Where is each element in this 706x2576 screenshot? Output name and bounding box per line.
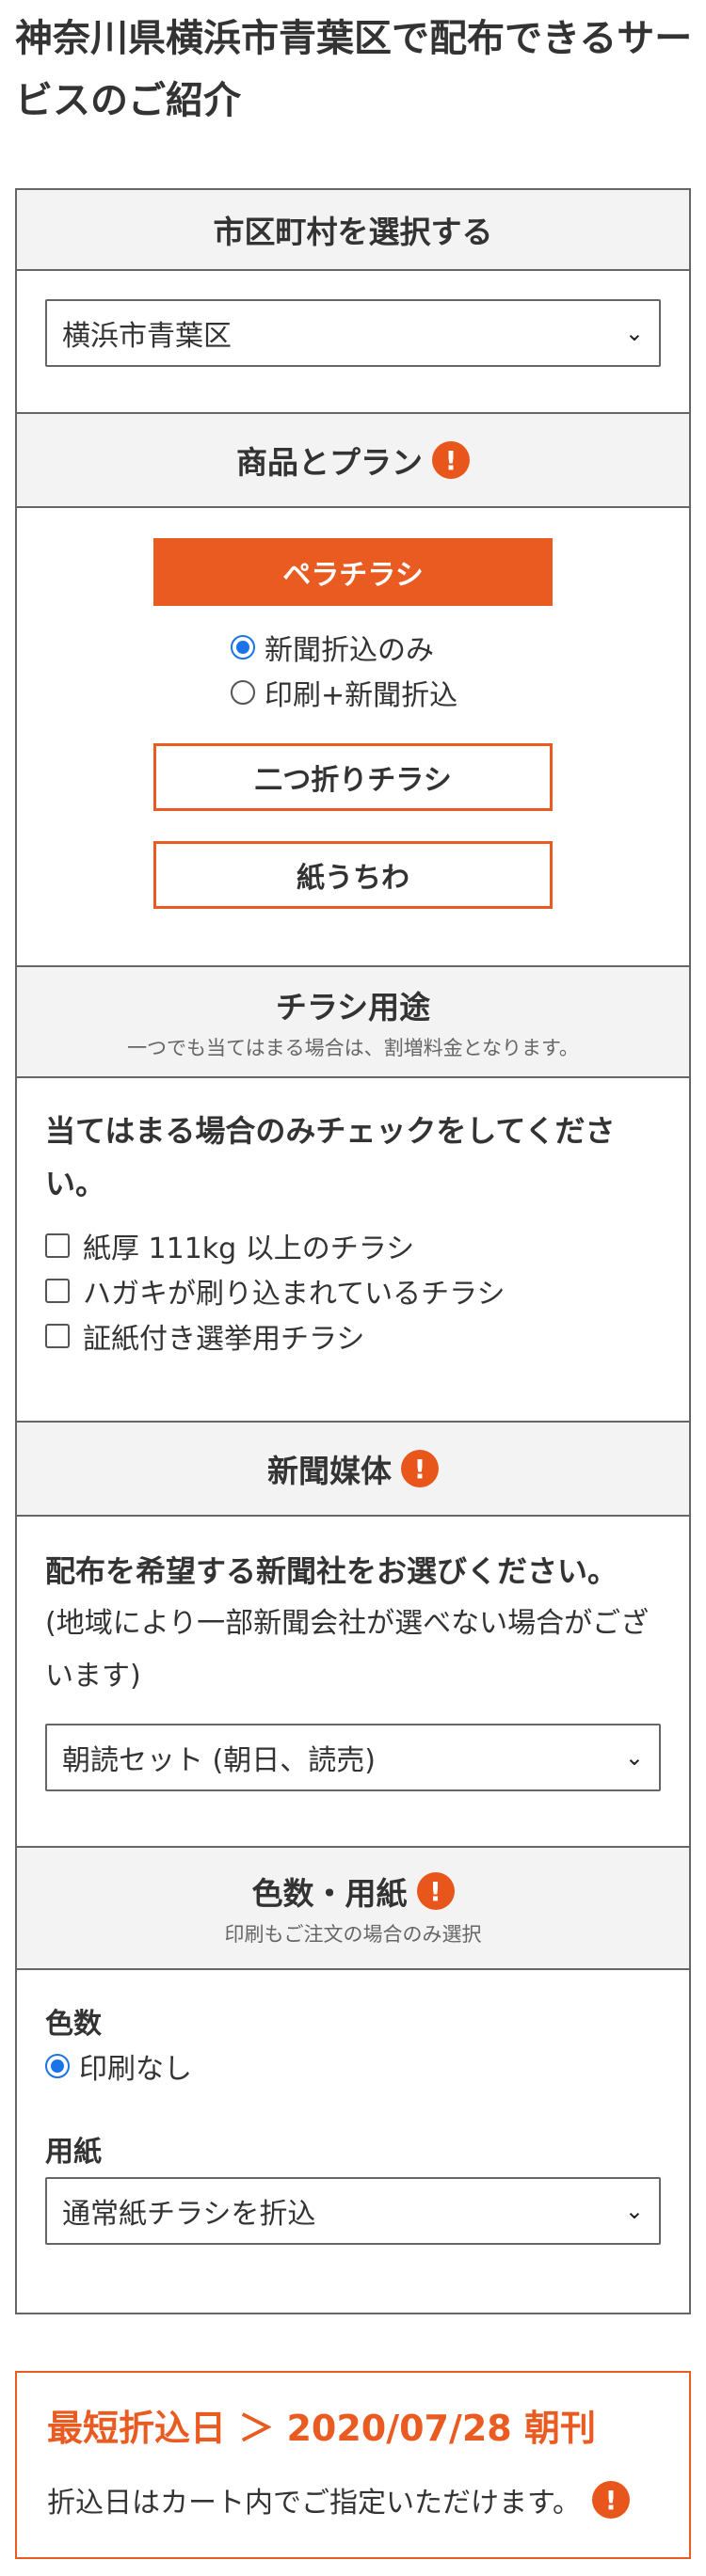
page-title: 神奈川県横浜市青葉区で配布できるサービスのご紹介	[15, 17, 693, 122]
radio-label: 新聞折込のみ	[265, 634, 434, 667]
newspaper-select[interactable]: 朝読セット (朝日、読売) ⌄	[45, 1724, 661, 1791]
check-postcard[interactable]: ハガキが刷り込まれているチラシ	[45, 1268, 661, 1313]
delivery-note: 折込日はカート内でご指定いただけます。	[47, 2487, 581, 2520]
newspaper-select-value: 朝読セット (朝日、読売)	[62, 1744, 376, 1777]
flyer-folded-button[interactable]: 二つ折りチラシ	[153, 743, 553, 811]
check-thick-paper[interactable]: 紙厚 111kg 以上のチラシ	[45, 1223, 661, 1268]
newspaper-section-header: 新聞媒体 !	[17, 1423, 689, 1517]
plan-radio-group: 新聞折込のみ 印刷+新聞折込	[231, 625, 475, 715]
flyer-single-button[interactable]: ペラチラシ	[153, 538, 553, 606]
radio-print-insert[interactable]: 印刷+新聞折込	[231, 670, 475, 715]
radio-button-selected[interactable]	[45, 2054, 70, 2078]
chevron-down-icon: ⌄	[624, 2198, 644, 2224]
color-paper-section-body: 色数 印刷なし 用紙 通常紙チラシを折込 ⌄	[17, 1970, 689, 2313]
municipality-heading: 市区町村を選択する	[213, 214, 493, 250]
exclamation-circle-icon[interactable]: !	[401, 1450, 439, 1487]
municipality-select-value: 横浜市青葉区	[62, 320, 232, 353]
chevron-down-icon: ⌄	[624, 1744, 644, 1771]
usage-checklist: 紙厚 111kg 以上のチラシ ハガキが刷り込まれているチラシ 証紙付き選挙用チ…	[45, 1223, 661, 1359]
delivery-info-box: 最短折込日 ＞ 2020/07/28 朝刊 折込日はカート内でご指定いただけます…	[15, 2371, 691, 2559]
checkbox[interactable]	[45, 1279, 70, 1303]
checkbox[interactable]	[45, 1324, 70, 1348]
usage-instruction: 当てはまる場合のみチェックをしてください。	[45, 1113, 616, 1201]
radio-button[interactable]	[231, 680, 255, 705]
color-paper-subheading: 印刷もご注文の場合のみ選択	[224, 1923, 482, 1946]
check-election[interactable]: 証紙付き選挙用チラシ	[45, 1313, 661, 1359]
radio-label: 印刷+新聞折込	[265, 679, 458, 712]
plan-section-body: ペラチラシ 新聞折込のみ 印刷+新聞折込 二つ折りチラシ 紙うちわ	[17, 508, 689, 967]
exclamation-circle-icon[interactable]: !	[592, 2481, 630, 2519]
chevron-down-icon: ⌄	[624, 320, 644, 346]
paper-select-value: 通常紙チラシを折込	[62, 2198, 316, 2231]
color-paper-heading: 色数・用紙	[251, 1875, 408, 1912]
newspaper-section-body: 配布を希望する新聞社をお選びください。 (地域により一部新聞会社が選べない場合が…	[17, 1517, 689, 1848]
usage-section-header: チラシ用途 一つでも当てはまる場合は、割増料金となります。	[17, 967, 689, 1078]
newspaper-instruction: 配布を希望する新聞社をお選びください。	[45, 1553, 618, 1589]
checkbox-label: ハガキが刷り込まれているチラシ	[83, 1278, 505, 1311]
checkbox[interactable]	[45, 1233, 70, 1258]
paper-select[interactable]: 通常紙チラシを折込 ⌄	[45, 2177, 661, 2245]
newspaper-note: (地域により一部新聞会社が選べない場合がございます)	[45, 1607, 650, 1693]
municipality-section-body: 横浜市青葉区 ⌄	[17, 271, 689, 414]
exclamation-circle-icon[interactable]: !	[432, 441, 470, 479]
newspaper-heading: 新聞媒体	[267, 1453, 392, 1489]
order-form-panel: 市区町村を選択する 横浜市青葉区 ⌄ 商品とプラン ! ペラチラシ 新聞折込のみ…	[15, 188, 691, 2314]
usage-section-body: 当てはまる場合のみチェックをしてください。 紙厚 111kg 以上のチラシ ハガ…	[17, 1078, 689, 1423]
earliest-insert-date: 最短折込日 ＞ 2020/07/28 朝刊	[47, 2408, 596, 2449]
checkbox-label: 紙厚 111kg 以上のチラシ	[83, 1232, 415, 1265]
radio-button-selected[interactable]	[231, 635, 255, 660]
radio-no-print[interactable]: 印刷なし	[45, 2043, 661, 2089]
plan-section-header: 商品とプラン !	[17, 414, 689, 508]
paper-fan-button[interactable]: 紙うちわ	[153, 841, 553, 909]
checkbox-label: 証紙付き選挙用チラシ	[83, 1323, 365, 1356]
municipality-select[interactable]: 横浜市青葉区 ⌄	[45, 299, 661, 367]
delivery-note-row: 折込日はカート内でご指定いただけます。 !	[47, 2479, 659, 2520]
color-paper-section-header: 色数・用紙 ! 印刷もご注文の場合のみ選択	[17, 1848, 689, 1970]
plan-heading: 商品とプラン	[236, 444, 423, 481]
color-count-label: 色数	[45, 2008, 102, 2041]
municipality-section-header: 市区町村を選択する	[17, 190, 689, 271]
exclamation-circle-icon[interactable]: !	[416, 1872, 455, 1910]
radio-insert-only[interactable]: 新聞折込のみ	[231, 625, 475, 670]
usage-subheading: 一つでも当てはまる場合は、割増料金となります。	[127, 1037, 579, 1059]
usage-heading: チラシ用途	[275, 989, 431, 1026]
paper-label: 用紙	[45, 2136, 102, 2169]
radio-label: 印刷なし	[79, 2053, 192, 2086]
